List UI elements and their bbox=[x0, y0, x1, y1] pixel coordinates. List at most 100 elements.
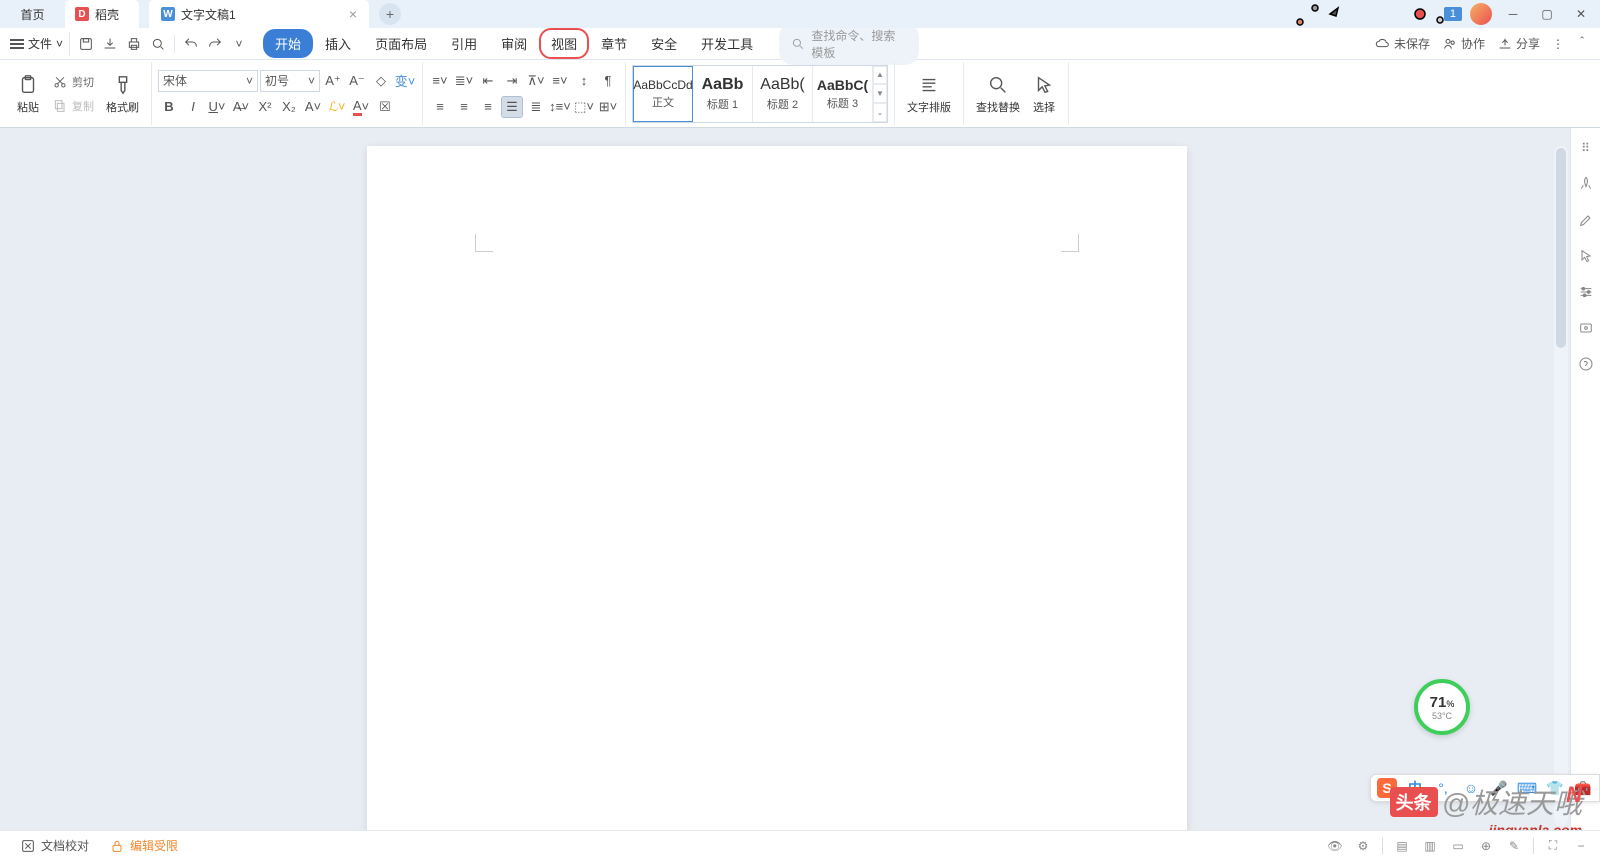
align-left-icon[interactable]: ≡ bbox=[429, 96, 451, 118]
format-painter-button[interactable]: 格式刷 bbox=[100, 71, 145, 117]
share-button[interactable]: 分享 bbox=[1497, 35, 1540, 52]
collaborate-button[interactable]: 协作 bbox=[1442, 35, 1485, 52]
preview-icon[interactable] bbox=[146, 32, 170, 56]
font-name-select[interactable]: 宋体˅ bbox=[158, 70, 258, 92]
tab-reference[interactable]: 引用 bbox=[439, 29, 489, 58]
increase-indent-icon[interactable]: ⇥ bbox=[501, 70, 523, 92]
text-effect-icon[interactable]: A˅ bbox=[302, 96, 324, 118]
settings-slider-icon[interactable] bbox=[1576, 282, 1596, 302]
style-heading3[interactable]: AaBbC( 标题 3 bbox=[813, 66, 873, 122]
copy-button[interactable]: 复制 bbox=[48, 96, 98, 116]
notification-badge[interactable]: 1 bbox=[1444, 7, 1462, 21]
collapse-ribbon-icon[interactable]: ＾ bbox=[1576, 35, 1588, 52]
restricted-edit-button[interactable]: 编辑受限 bbox=[99, 837, 188, 854]
tab-safety[interactable]: 安全 bbox=[639, 29, 689, 58]
view-gear-icon[interactable]: ⚙ bbox=[1354, 837, 1372, 855]
backup-icon[interactable] bbox=[1576, 318, 1596, 338]
pen-icon[interactable] bbox=[1576, 210, 1596, 230]
tab-devtools[interactable]: 开发工具 bbox=[689, 29, 765, 58]
tab-daoke[interactable]: D 稻壳 bbox=[65, 0, 139, 28]
sort-icon[interactable]: ↕ bbox=[573, 70, 595, 92]
tab-chapter[interactable]: 章节 bbox=[589, 29, 639, 58]
gallery-scroll[interactable]: ▲▼⌄ bbox=[873, 66, 887, 122]
view-book-icon[interactable]: ▭ bbox=[1449, 837, 1467, 855]
cut-button[interactable]: 剪切 bbox=[48, 72, 98, 92]
tab-review[interactable]: 审阅 bbox=[489, 29, 539, 58]
tab-start[interactable]: 开始 bbox=[263, 29, 313, 58]
close-tab-icon[interactable]: × bbox=[349, 6, 357, 22]
save-icon[interactable] bbox=[74, 32, 98, 56]
align-center-icon[interactable]: ≡ bbox=[453, 96, 475, 118]
print-icon[interactable] bbox=[122, 32, 146, 56]
decrease-size-icon[interactable]: A⁻ bbox=[346, 70, 368, 92]
tab-pagelayout[interactable]: 页面布局 bbox=[363, 29, 439, 58]
tab-document[interactable]: W 文字文稿1 × bbox=[149, 0, 369, 28]
font-color-icon[interactable]: A˅ bbox=[350, 96, 372, 118]
view-outline-icon[interactable]: ▥ bbox=[1421, 837, 1439, 855]
style-body[interactable]: AaBbCcDd 正文 bbox=[633, 66, 693, 122]
text-direction-icon[interactable]: ⊼˅ bbox=[525, 70, 547, 92]
line-spacing-icon[interactable]: ↕≡˅ bbox=[549, 96, 571, 118]
style-heading2[interactable]: AaBb( 标题 2 bbox=[753, 66, 813, 122]
subscript-icon[interactable]: X₂ bbox=[278, 96, 300, 118]
underline-icon[interactable]: U˅ bbox=[206, 96, 228, 118]
view-reading-icon[interactable]: 👁 bbox=[1326, 837, 1344, 855]
help-icon[interactable] bbox=[1576, 354, 1596, 374]
italic-icon[interactable]: I bbox=[182, 96, 204, 118]
increase-size-icon[interactable]: A⁺ bbox=[322, 70, 344, 92]
add-tab-button[interactable]: + bbox=[379, 3, 401, 25]
document-viewport[interactable] bbox=[0, 128, 1554, 830]
redo-icon[interactable] bbox=[203, 32, 227, 56]
phonetic-icon[interactable]: 变˅ bbox=[394, 70, 416, 92]
close-window-button[interactable]: ✕ bbox=[1568, 4, 1594, 24]
select-button[interactable]: 选择 bbox=[1026, 71, 1062, 117]
strike-icon[interactable]: A̶˅ bbox=[230, 96, 252, 118]
tab-insert[interactable]: 插入 bbox=[313, 29, 363, 58]
text-layout-button[interactable]: 文字排版 bbox=[901, 71, 957, 117]
superscript-icon[interactable]: X² bbox=[254, 96, 276, 118]
scrollbar-thumb[interactable] bbox=[1556, 148, 1566, 348]
number-list-icon[interactable]: ≣˅ bbox=[453, 70, 475, 92]
unsaved-status[interactable]: 未保存 bbox=[1375, 35, 1430, 52]
performance-widget[interactable]: 71% 53°C bbox=[1414, 679, 1470, 735]
shading-icon[interactable]: ⬚˅ bbox=[573, 96, 595, 118]
rocket-icon[interactable] bbox=[1576, 174, 1596, 194]
tab-view[interactable]: 视图 bbox=[539, 28, 589, 59]
qat-dropdown-icon[interactable]: ˅ bbox=[227, 32, 251, 56]
cursor-icon[interactable] bbox=[1576, 246, 1596, 266]
tab-home[interactable]: 首页 bbox=[0, 0, 65, 28]
highlight-icon[interactable]: ℒ˅ bbox=[326, 96, 348, 118]
undo-icon[interactable] bbox=[179, 32, 203, 56]
distribute-icon[interactable]: ≣ bbox=[525, 96, 547, 118]
more-menu-icon[interactable]: ⋮ bbox=[1552, 37, 1564, 51]
page[interactable] bbox=[367, 146, 1187, 830]
search-box[interactable]: 查找命令、搜索模板 bbox=[779, 23, 919, 65]
vertical-scrollbar[interactable] bbox=[1554, 146, 1568, 826]
view-draft-icon[interactable]: ✎ bbox=[1505, 837, 1523, 855]
decrease-indent-icon[interactable]: ⇤ bbox=[477, 70, 499, 92]
align-justify-icon[interactable]: ☰ bbox=[501, 96, 523, 118]
paste-button[interactable]: 粘贴 bbox=[10, 71, 46, 117]
align-distribute-icon[interactable]: ≡˅ bbox=[549, 70, 571, 92]
maximize-button[interactable]: ▢ bbox=[1534, 4, 1560, 24]
clear-format-icon[interactable]: ◇ bbox=[370, 70, 392, 92]
proofread-button[interactable]: 文档校对 bbox=[10, 837, 99, 854]
collapse-grip-icon[interactable]: ⠿ bbox=[1576, 138, 1596, 158]
find-replace-button[interactable]: 查找替换 bbox=[970, 71, 1026, 117]
bullet-list-icon[interactable]: ≡˅ bbox=[429, 70, 451, 92]
output-icon[interactable] bbox=[98, 32, 122, 56]
style-heading1[interactable]: AaBb 标题 1 bbox=[693, 66, 753, 122]
user-avatar[interactable] bbox=[1470, 3, 1492, 25]
minimize-button[interactable]: ─ bbox=[1500, 4, 1526, 24]
zoom-out-icon[interactable]: − bbox=[1572, 837, 1590, 855]
bold-icon[interactable]: B bbox=[158, 96, 180, 118]
borders-icon[interactable]: ⊞˅ bbox=[597, 96, 619, 118]
view-web-icon[interactable]: ⊕ bbox=[1477, 837, 1495, 855]
char-border-icon[interactable]: ☒ bbox=[374, 96, 396, 118]
align-right-icon[interactable]: ≡ bbox=[477, 96, 499, 118]
fit-page-icon[interactable]: ⛶ bbox=[1544, 837, 1562, 855]
paragraph-mark-icon[interactable]: ¶ bbox=[597, 70, 619, 92]
view-layout-icon[interactable]: ▤ bbox=[1393, 837, 1411, 855]
font-size-select[interactable]: 初号˅ bbox=[260, 70, 320, 92]
file-menu[interactable]: 文件 ˅ bbox=[4, 32, 70, 56]
